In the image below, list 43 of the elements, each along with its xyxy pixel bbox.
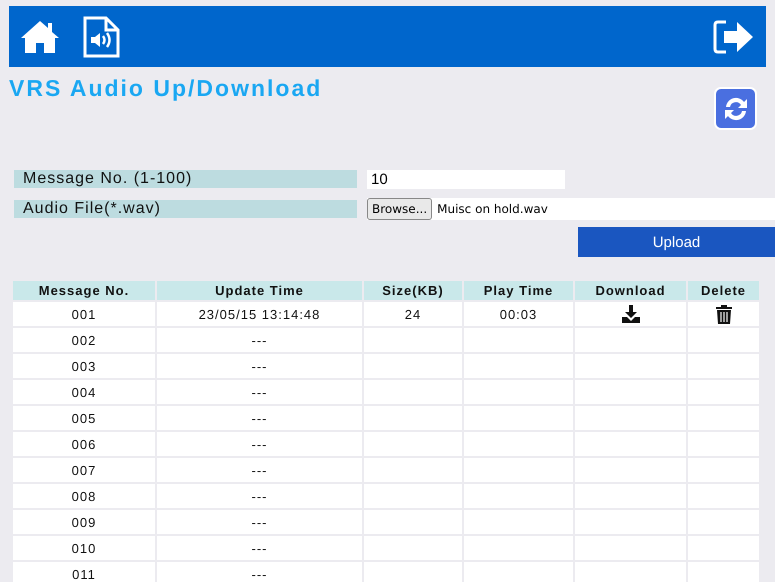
message-number-field[interactable]: 10 xyxy=(367,170,565,188)
table-cell: 008 xyxy=(13,484,155,508)
table-cell: 24 xyxy=(364,302,462,326)
download-icon[interactable] xyxy=(620,305,640,323)
browse-button[interactable]: Browse... xyxy=(367,198,432,220)
table-cell: 005 xyxy=(13,406,155,430)
table-cell: 003 xyxy=(13,354,155,378)
column-header: Download xyxy=(575,281,686,300)
column-header: Message No. xyxy=(13,281,155,300)
column-header: Update Time xyxy=(157,281,362,300)
table-cell: --- xyxy=(157,406,362,430)
table-cell: 010 xyxy=(13,536,155,560)
table-cell: --- xyxy=(157,354,362,378)
field-label: Audio File(*.wav) xyxy=(14,200,357,218)
table-cell: 007 xyxy=(13,458,155,482)
page-title: VRS Audio Up/Download xyxy=(9,75,322,102)
table-cell: 23/05/15 13:14:48 xyxy=(157,302,362,326)
table-cell: 004 xyxy=(13,380,155,404)
table-cell: --- xyxy=(157,484,362,508)
table-cell: --- xyxy=(157,432,362,456)
table-cell: --- xyxy=(157,536,362,560)
table-cell: 009 xyxy=(13,510,155,534)
table-cell: 001 xyxy=(13,302,155,326)
refresh-button[interactable] xyxy=(714,87,757,130)
file-field[interactable]: Browse... Muisc on hold.wav xyxy=(367,198,775,220)
table-cell: --- xyxy=(157,328,362,352)
column-header: Play Time xyxy=(464,281,573,300)
table-cell: 011 xyxy=(13,562,155,582)
audio-file-icon[interactable] xyxy=(83,16,120,58)
table-cell: 002 xyxy=(13,328,155,352)
table-cell: 00:03 xyxy=(464,302,573,326)
trash-icon[interactable] xyxy=(716,304,732,324)
table-cell: 006 xyxy=(13,432,155,456)
column-header: Delete xyxy=(688,281,759,300)
file-name: Muisc on hold.wav xyxy=(437,202,548,216)
table-cell: --- xyxy=(157,510,362,534)
field-label: Message No. (1-100) xyxy=(14,170,357,188)
upload-button[interactable]: Upload xyxy=(578,227,775,257)
column-header: Size(KB) xyxy=(364,281,462,300)
table-cell: --- xyxy=(157,458,362,482)
home-icon[interactable] xyxy=(19,18,61,54)
table-cell: --- xyxy=(157,562,362,582)
table-cell: --- xyxy=(157,380,362,404)
